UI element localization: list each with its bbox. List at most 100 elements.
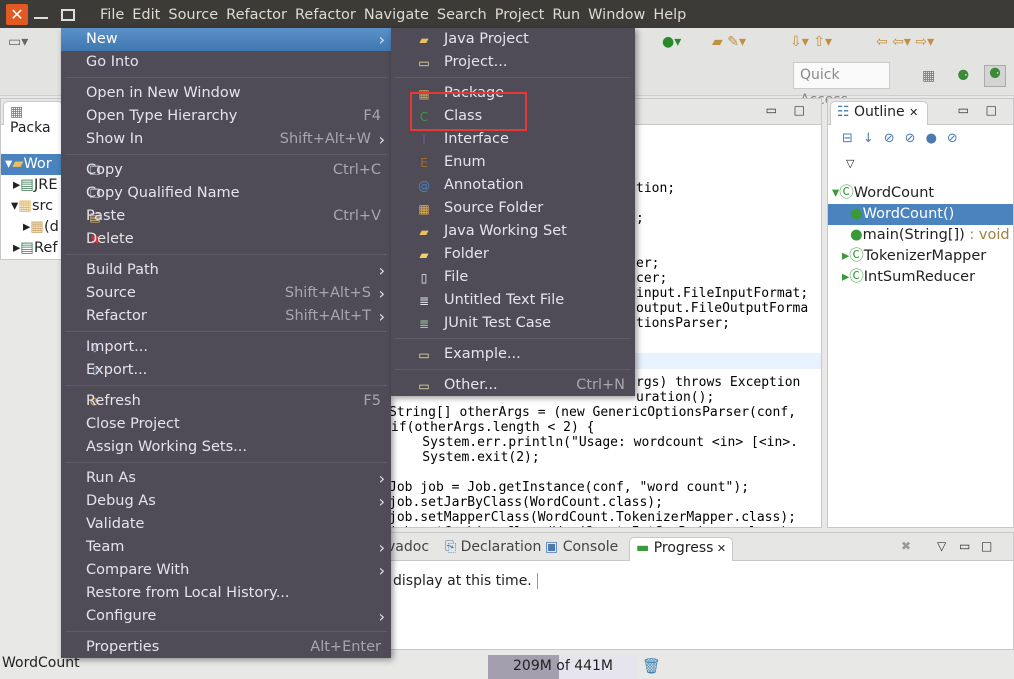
menu-item-open-in-new-window[interactable]: Open in New Window bbox=[61, 82, 391, 105]
tree-item-src[interactable]: ▾▦src bbox=[11, 196, 53, 217]
menu-item-source-folder[interactable]: ▦ Source Folder bbox=[391, 197, 635, 220]
menu-item-junit-test-case[interactable]: ≣ JUnit Test Case bbox=[391, 312, 635, 335]
menu-item-other[interactable]: ▭ Other... Ctrl+N bbox=[391, 374, 635, 397]
menu-file[interactable]: File bbox=[96, 4, 128, 26]
menu-navigate[interactable]: Navigate bbox=[360, 4, 433, 26]
menu-item-validate[interactable]: Validate bbox=[61, 513, 391, 536]
menu-item-export[interactable]: ⇧ Export... bbox=[61, 359, 391, 382]
tab-console[interactable]: ▣ Console bbox=[539, 537, 624, 561]
perspective-java-ee-icon[interactable]: ⚈ bbox=[957, 68, 970, 84]
menu-item-restore-from-local-history[interactable]: Restore from Local History... bbox=[61, 582, 391, 605]
menu-item-enum[interactable]: E Enum bbox=[391, 151, 635, 174]
tree-item-wordcount[interactable]: ▾▰Wor bbox=[1, 154, 63, 175]
tab-outline[interactable]: ☷ Outline ✕ bbox=[830, 101, 928, 125]
outline-item[interactable]: ▸ⒸTokenizerMapper bbox=[842, 246, 986, 267]
project-icon: ▭ bbox=[418, 56, 430, 70]
tab-declaration[interactable]: ⎘ Declaration bbox=[439, 537, 547, 561]
menu-label: JUnit Test Case bbox=[444, 315, 552, 331]
menu-item-untitled-text-file[interactable]: ≣ Untitled Text File bbox=[391, 289, 635, 312]
maximize-icon[interactable]: □ bbox=[794, 103, 805, 117]
annotation-nav-icon[interactable]: ⇩▾ ⇧▾ bbox=[790, 34, 832, 50]
outline-item[interactable]: ●main(String[]) : void bbox=[850, 225, 1010, 246]
menu-refactor[interactable]: Refactor bbox=[222, 4, 291, 26]
maximize-icon[interactable]: □ bbox=[981, 539, 992, 553]
menu-item-refresh[interactable]: ⟳ Refresh F5 bbox=[61, 390, 391, 413]
tree-item-default-package[interactable]: ▸▦(d bbox=[23, 217, 59, 238]
menu-item-close-project[interactable]: Close Project bbox=[61, 413, 391, 436]
menu-project[interactable]: Project bbox=[491, 4, 549, 26]
minimize-icon[interactable]: ▭ bbox=[766, 103, 777, 117]
menu-item-show-in[interactable]: Show In Shift+Alt+W › bbox=[61, 128, 391, 151]
history-nav-icon[interactable]: ⇦ ⇦▾ ⇨▾ bbox=[876, 34, 934, 50]
menu-item-annotation[interactable]: @ Annotation bbox=[391, 174, 635, 197]
minimize-button[interactable] bbox=[34, 17, 48, 19]
outline-item[interactable]: ●WordCount() bbox=[828, 204, 1013, 225]
menu-item-source[interactable]: Source Shift+Alt+S › bbox=[61, 282, 391, 305]
menu-item-java-working-set[interactable]: ▰ Java Working Set bbox=[391, 220, 635, 243]
outline-item[interactable]: ▸ⒸIntSumReducer bbox=[842, 267, 975, 288]
maximize-button[interactable] bbox=[61, 9, 75, 21]
menu-item-assign-working-sets[interactable]: Assign Working Sets... bbox=[61, 436, 391, 459]
view-menu-icon[interactable]: ▽ bbox=[846, 157, 854, 170]
new-icon[interactable]: ▭▾ bbox=[8, 34, 28, 50]
quick-access-input[interactable]: Quick Access bbox=[793, 62, 890, 108]
menu-item-file[interactable]: ▯ File bbox=[391, 266, 635, 289]
menu-item-interface[interactable]: I Interface bbox=[391, 128, 635, 151]
minimize-icon[interactable]: ▭ bbox=[959, 539, 970, 553]
menu-item-build-path[interactable]: Build Path › bbox=[61, 259, 391, 282]
open-perspective-icon[interactable]: ▦ bbox=[922, 68, 935, 84]
tab-package-explorer[interactable]: ▦ Packa bbox=[3, 101, 63, 136]
close-icon[interactable]: ✕ bbox=[909, 106, 918, 119]
menu-separator bbox=[61, 251, 391, 259]
tree-item-referenced-libraries[interactable]: ▸▤Ref bbox=[13, 238, 57, 259]
menu-item-paste[interactable]: ▤ Paste Ctrl+V bbox=[61, 205, 391, 228]
menu-refactor[interactable]: Refactor bbox=[291, 4, 360, 26]
menu-item-go-into[interactable]: Go Into bbox=[61, 51, 391, 74]
menu-item-new[interactable]: New › bbox=[61, 28, 391, 51]
class-icon: ▸Ⓒ bbox=[842, 248, 864, 264]
menu-item-copy[interactable]: ❐ Copy Ctrl+C bbox=[61, 159, 391, 182]
constructor-icon: ● bbox=[850, 206, 863, 222]
menu-run[interactable]: Run bbox=[548, 4, 584, 26]
menu-item-copy-qualified-name[interactable]: ❐ Copy Qualified Name bbox=[61, 182, 391, 205]
menu-search[interactable]: Search bbox=[433, 4, 491, 26]
menu-edit[interactable]: Edit bbox=[128, 4, 164, 26]
tab-progress[interactable]: ▬ Progress ✕ bbox=[629, 537, 734, 561]
remove-all-icon[interactable]: ✖ bbox=[901, 539, 911, 553]
menu-source[interactable]: Source bbox=[164, 4, 222, 26]
menu-item-debug-as[interactable]: Debug As › bbox=[61, 490, 391, 513]
menu-item-compare-with[interactable]: Compare With › bbox=[61, 559, 391, 582]
menu-item-project[interactable]: ▭ Project... bbox=[391, 51, 635, 74]
menu-item-java-project[interactable]: ▰ Java Project bbox=[391, 28, 635, 51]
minimize-icon[interactable]: ▭ bbox=[958, 103, 969, 117]
perspective-java-icon[interactable]: ⚈ bbox=[984, 65, 1006, 87]
interface-icon: I bbox=[422, 133, 426, 147]
menu-item-example[interactable]: ▭ Example... bbox=[391, 343, 635, 366]
menu-item-run-as[interactable]: Run As › bbox=[61, 467, 391, 490]
close-icon[interactable]: ✕ bbox=[713, 542, 726, 555]
menu-label: Example... bbox=[444, 346, 521, 362]
maximize-icon[interactable]: □ bbox=[986, 103, 997, 117]
menu-label: Properties bbox=[86, 639, 160, 655]
menu-item-open-type-hierarchy[interactable]: Open Type Hierarchy F4 bbox=[61, 105, 391, 128]
menu-item-properties[interactable]: Properties Alt+Enter bbox=[61, 636, 391, 659]
menu-item-refactor[interactable]: Refactor Shift+Alt+T › bbox=[61, 305, 391, 328]
open-type-icon[interactable]: ▰ ✎▾ bbox=[712, 34, 746, 50]
tree-item-jre[interactable]: ▸▤JRE bbox=[13, 175, 58, 196]
view-menu-icon[interactable]: ▽ bbox=[937, 539, 946, 553]
menu-help[interactable]: Help bbox=[649, 4, 690, 26]
menu-label: Close Project bbox=[86, 416, 180, 432]
menu-item-team[interactable]: Team › bbox=[61, 536, 391, 559]
close-button[interactable]: ✕ bbox=[6, 4, 28, 25]
menu-item-folder[interactable]: ▰ Folder bbox=[391, 243, 635, 266]
garbage-collect-icon[interactable]: 🗑 bbox=[642, 657, 661, 675]
menu-item-delete[interactable]: ✖ Delete bbox=[61, 228, 391, 251]
outline-label: IntSumReducer bbox=[863, 269, 976, 285]
run-icon[interactable]: ●▾ bbox=[662, 34, 681, 50]
outline-item[interactable]: ▾ⒸWordCount bbox=[832, 183, 934, 204]
menu-item-configure[interactable]: Configure › bbox=[61, 605, 391, 628]
outline-toolbar[interactable]: ⊟↓⊘⊘●⊘ bbox=[842, 131, 968, 146]
menu-window[interactable]: Window bbox=[584, 4, 649, 26]
heap-status[interactable]: 209M of 441M bbox=[488, 655, 638, 679]
menu-item-import[interactable]: ⇩ Import... bbox=[61, 336, 391, 359]
